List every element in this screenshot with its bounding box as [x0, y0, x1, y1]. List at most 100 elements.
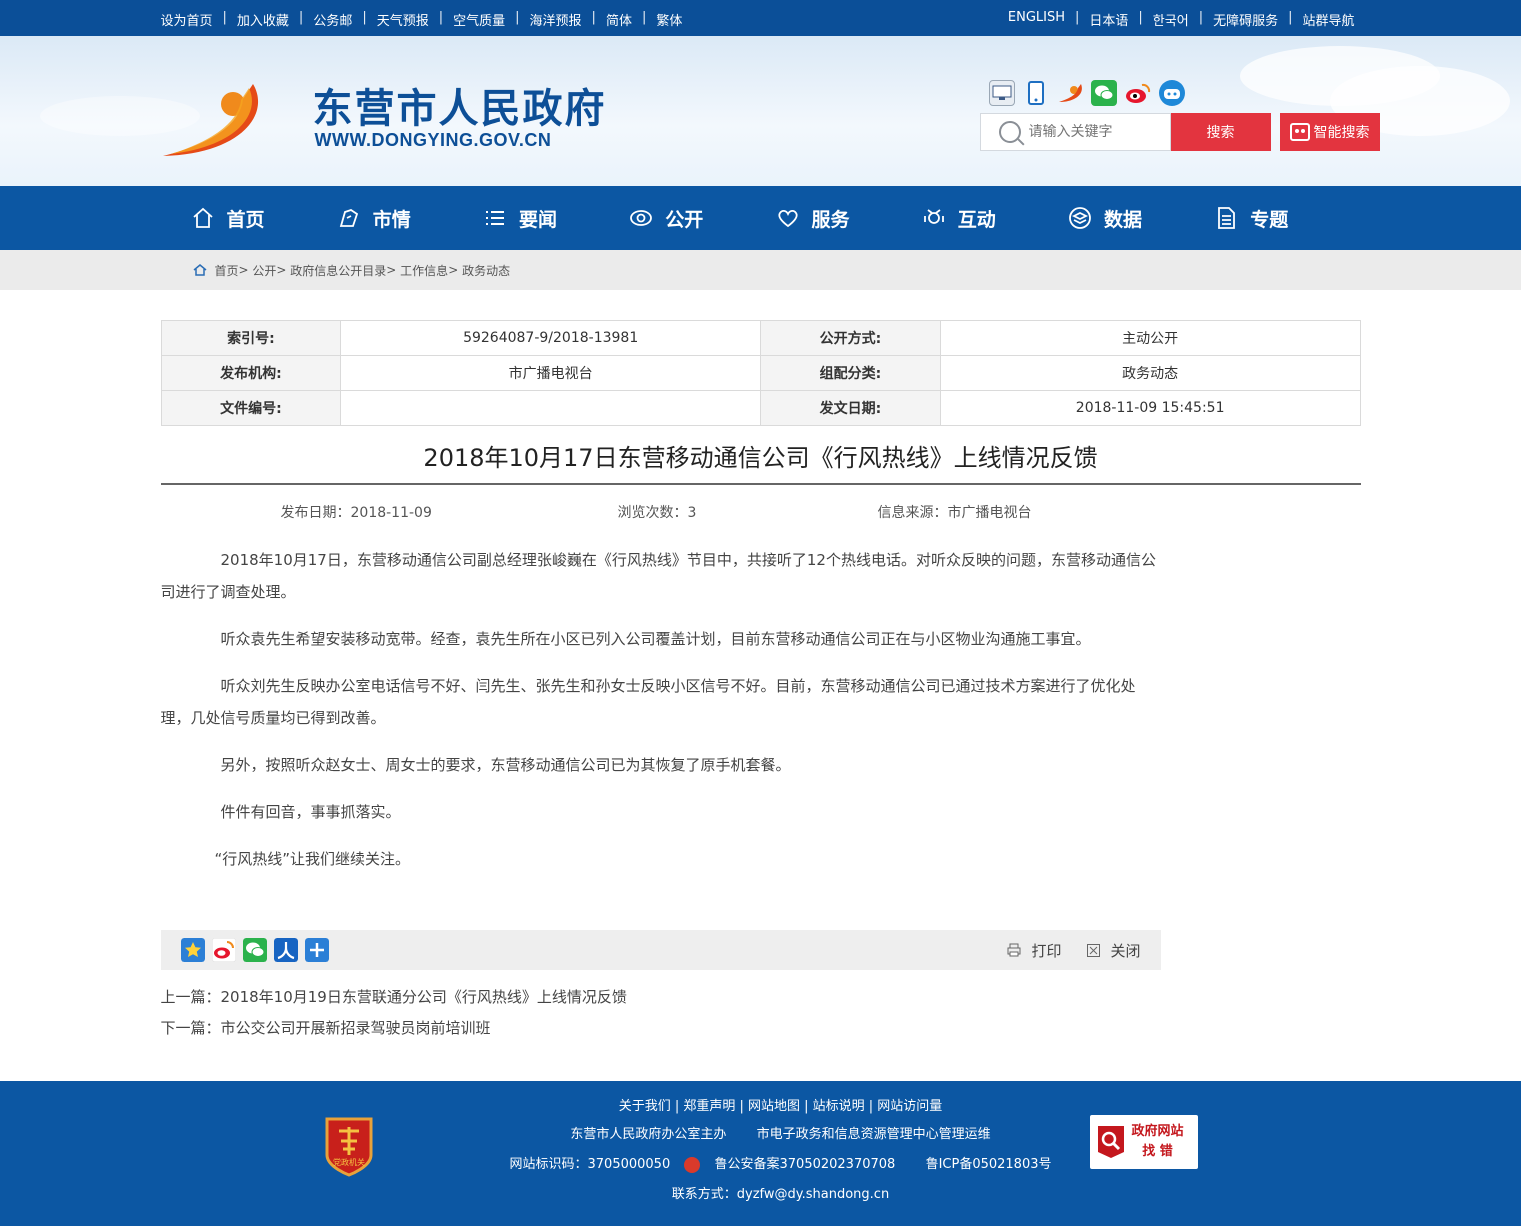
data-icon [1068, 206, 1092, 230]
wechat-share-icon[interactable] [242, 938, 267, 962]
site-name[interactable]: 东营市人民政府 [313, 76, 607, 134]
weibo-share-icon[interactable] [211, 938, 236, 962]
nav-label: 首页 [226, 208, 265, 231]
article-paragraph: 2018年10月17日，东营移动通信公司副总经理张峻巍在《行风热线》节目中，共接… [160, 551, 1156, 601]
main-content: 索引号: 59264087-9/2018-13981 公开方式: 主动公开 发布… [160, 320, 1361, 1044]
japanese-link[interactable]: 日本语 [1089, 10, 1128, 29]
favorite-icon[interactable] [180, 938, 205, 962]
nav-city[interactable]: 市情 [337, 186, 483, 250]
nav-label: 服务 [811, 208, 850, 231]
article-paragraph: 听众袁先生希望安装移动宽带。经查，袁先生所在小区已列入公司覆盖计划，目前东营移动… [220, 630, 1091, 648]
home-icon [191, 206, 215, 230]
wechat-icon[interactable] [1090, 80, 1117, 106]
site-group-link[interactable]: 站群导航 [1302, 10, 1354, 29]
official-mail-link[interactable]: 公务邮 [313, 10, 352, 29]
gov-site-error-badge[interactable]: 政府网站 找 错 [1089, 1115, 1198, 1169]
breadcrumb: 首页 > 公开 > 政府信息公开目录 > 工作信息 > 政务动态 [0, 250, 1521, 290]
eye-icon [629, 206, 653, 230]
magnifier-icon [1097, 1126, 1124, 1158]
print-button[interactable]: 打印 [1007, 940, 1061, 961]
police-badge-icon[interactable] [684, 1156, 701, 1173]
article-paragraph: 听众刘先生反映办公室电话信号不好、闫先生、张先生和孙女士反映小区信号不好。目前，… [160, 677, 1136, 727]
next-article-link[interactable]: 下一篇：市公交公司开展新招录驾驶员岗前培训班 [161, 1019, 491, 1037]
topbar-right-links: ENGLISH | 日本语 | 한국어 | 无障碍服务 | 站群导航 [1007, 10, 1355, 29]
social-icons [988, 80, 1185, 106]
breadcrumb-public[interactable]: 公开 [252, 262, 276, 279]
prev-article-link[interactable]: 上一篇：2018年10月19日东营联通分公司《行风热线》上线情况反馈 [161, 988, 627, 1006]
footer-site-code: 网站标识码：3705000050 [509, 1157, 671, 1172]
site-url: WWW.DONGYING.GOV.CN [314, 130, 552, 150]
search-button[interactable]: 搜索 [1170, 113, 1271, 151]
app-icon[interactable] [1057, 80, 1083, 106]
weather-link[interactable]: 天气预报 [377, 10, 429, 29]
gov-badge-text: 政府网站 找 错 [1132, 1122, 1184, 1162]
korean-link[interactable]: 한국어 [1153, 10, 1189, 29]
org-value: 市广播电视台 [340, 355, 761, 391]
simplified-link[interactable]: 简体 [606, 10, 632, 29]
date-label: 发文日期: [759, 390, 941, 426]
city-icon [337, 206, 361, 230]
list-icon [483, 206, 507, 230]
nav-interact[interactable]: 互动 [922, 186, 1068, 250]
weibo-icon[interactable] [1125, 80, 1151, 106]
robot-search-icon [1289, 123, 1310, 141]
close-button[interactable]: 关闭 [1087, 940, 1141, 961]
more-share-icon[interactable] [304, 938, 329, 962]
footer-host: 东营市人民政府办公室主办 [570, 1127, 727, 1142]
search-input[interactable] [1028, 124, 1159, 140]
breadcrumb-gov-news[interactable]: 政务动态 [462, 262, 510, 279]
nav-label: 公开 [665, 208, 704, 231]
article-title: 2018年10月17日东营移动通信公司《行风热线》上线情况反馈 [160, 438, 1361, 485]
view-count: 浏览次数：3 [617, 505, 697, 521]
mobile-icon[interactable] [1023, 80, 1049, 106]
article-body: 2018年10月17日，东营移动通信公司副总经理张峻巍在《行风热线》节目中，共接… [161, 544, 1161, 875]
share-icons [180, 938, 329, 962]
breadcrumb-work-info[interactable]: 工作信息 [400, 262, 448, 279]
add-favorite-link[interactable]: 加入收藏 [237, 10, 289, 29]
main-nav: 首页 市情 要闻 公开 服务 互动 数据 专题 [0, 186, 1521, 250]
breadcrumb-catalog[interactable]: 政府信息公开目录 [290, 262, 386, 279]
english-link[interactable]: ENGLISH [1008, 10, 1065, 29]
nav-topic[interactable]: 专题 [1214, 186, 1360, 250]
service-hall-icon[interactable] [988, 80, 1015, 106]
footer-links[interactable]: 关于我们 | 郑重声明 | 网站地图 | 站标说明 | 网站访问量 [161, 1095, 1401, 1114]
footer-icp[interactable]: 鲁ICP备05021803号 [926, 1157, 1052, 1172]
breadcrumb-home[interactable]: 首页 [215, 262, 239, 279]
home-small-icon [193, 264, 206, 276]
article-toolbar: 打印 关闭 [160, 930, 1161, 970]
docno-label: 文件编号: [160, 390, 342, 426]
ocean-forecast-link[interactable]: 海洋预报 [530, 10, 582, 29]
article-paragraph: 件件有回音，事事抓落实。 [220, 803, 401, 821]
article-info: 发布日期：2018-11-09 浏览次数：3 信息来源：市广播电视台 [161, 502, 1361, 522]
docno-value [340, 390, 761, 426]
nav-label: 专题 [1250, 208, 1289, 231]
publish-date: 发布日期：2018-11-09 [280, 505, 432, 521]
close-label: 关闭 [1110, 941, 1141, 960]
nav-public[interactable]: 公开 [629, 186, 775, 250]
nav-service[interactable]: 服务 [776, 186, 922, 250]
prev-next: 上一篇：2018年10月19日东营联通分公司《行风热线》上线情况反馈 下一篇：市… [161, 982, 1361, 1044]
accessibility-link[interactable]: 无障碍服务 [1213, 10, 1278, 29]
traditional-link[interactable]: 繁体 [656, 10, 682, 29]
logo-icon[interactable] [161, 74, 261, 158]
set-homepage-link[interactable]: 设为首页 [161, 10, 213, 29]
search-box [979, 113, 1171, 151]
renren-icon[interactable] [273, 938, 298, 962]
nav-home[interactable]: 首页 [191, 186, 337, 250]
footer-operator: 市电子政务和信息资源管理中心管理运维 [756, 1127, 991, 1142]
air-quality-link[interactable]: 空气质量 [453, 10, 505, 29]
site-header: 东营市人民政府 WWW.DONGYING.GOV.CN 请输入关键字 搜索 智能… [0, 36, 1521, 186]
party-government-badge-icon[interactable]: 党政机关 [323, 1115, 375, 1177]
nav-data[interactable]: 数据 [1068, 186, 1214, 250]
close-icon [1087, 943, 1101, 957]
org-label: 发布机构: [160, 355, 342, 391]
smart-search-button[interactable]: 智能搜索 [1279, 113, 1380, 151]
robot-icon[interactable] [1158, 80, 1185, 106]
footer-police[interactable]: 鲁公安备案37050202370708 [715, 1157, 896, 1172]
topbar-left-links: 设为首页 | 加入收藏 | 公务邮 | 天气预报 | 空气质量 | 海洋预报 | 简体 | 繁… [160, 10, 683, 29]
info-table: 索引号: 59264087-9/2018-13981 公开方式: 主动公开 发布… [160, 320, 1361, 426]
nav-news[interactable]: 要闻 [483, 186, 629, 250]
print-label: 打印 [1031, 941, 1062, 960]
search-icon [998, 121, 1021, 143]
info-source: 信息来源：市广播电视台 [877, 505, 1032, 521]
